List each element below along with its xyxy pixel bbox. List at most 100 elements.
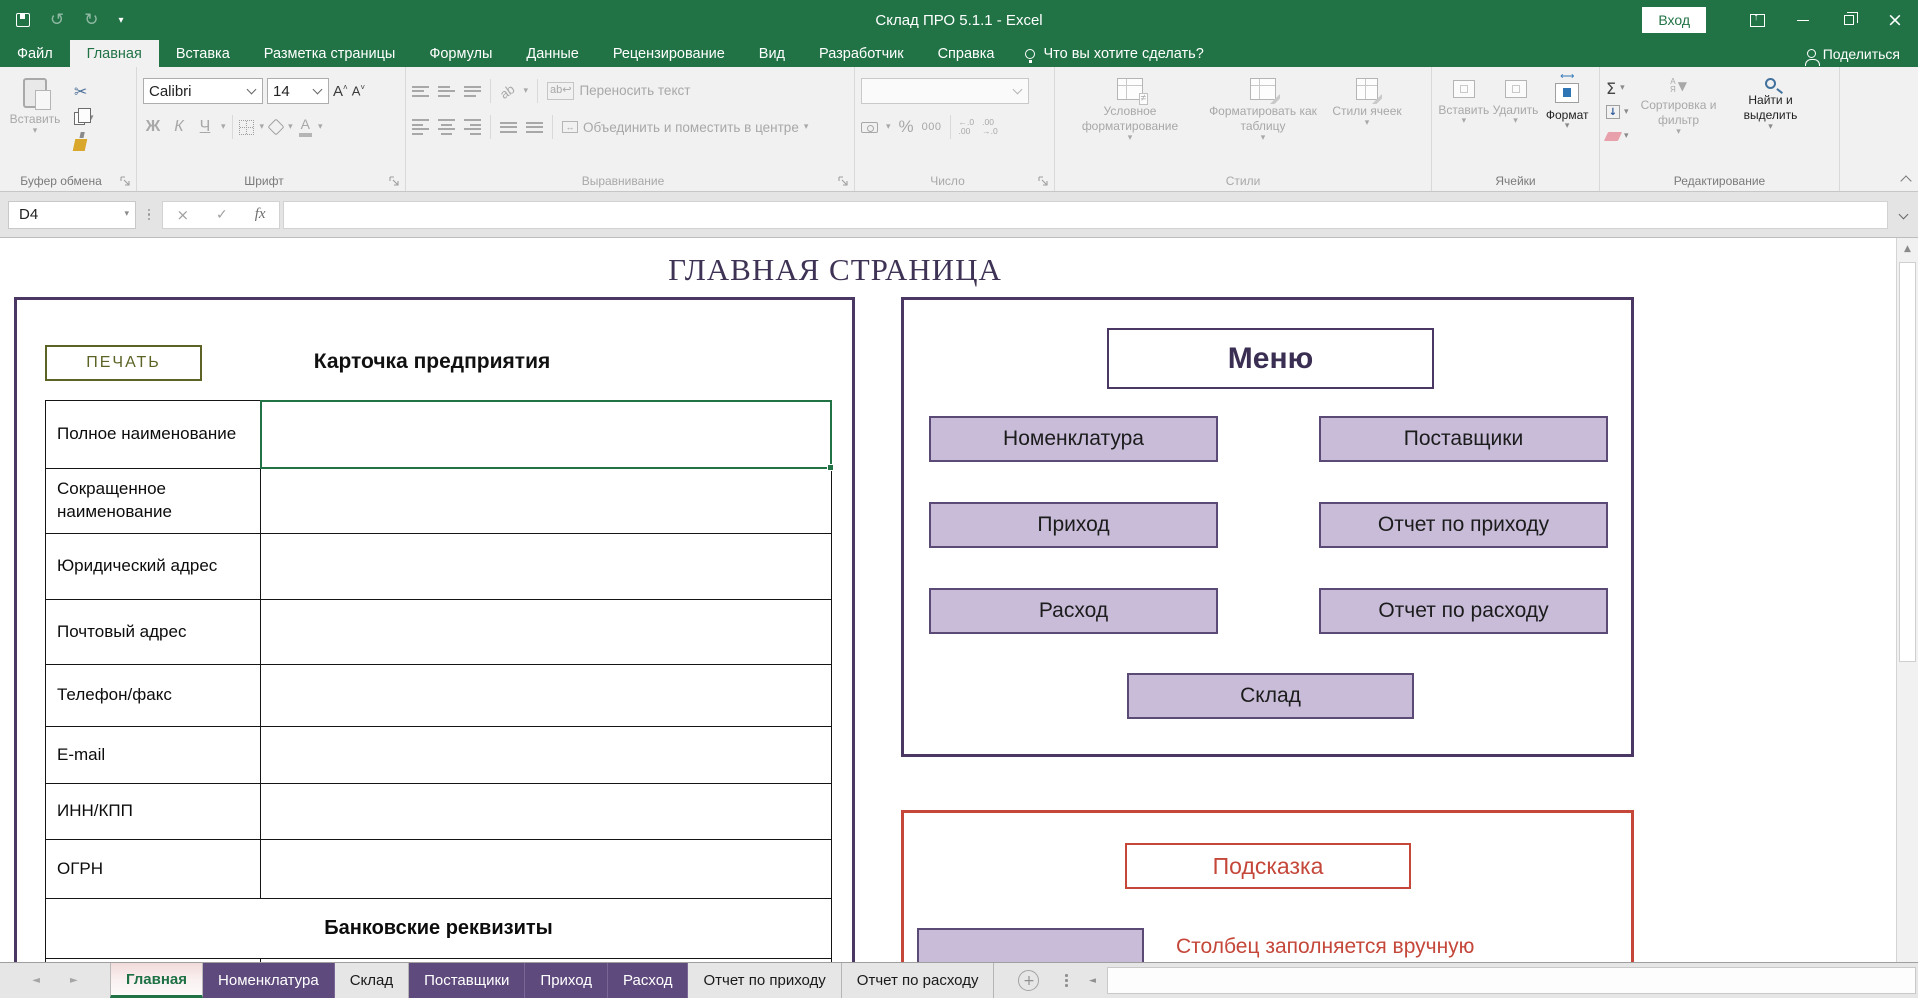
- selected-cell[interactable]: [260, 400, 832, 469]
- alignment-dialog-launcher-icon[interactable]: [838, 176, 849, 187]
- ribbon-display-options-button[interactable]: [1734, 0, 1780, 40]
- font-size-select[interactable]: 14: [267, 78, 329, 104]
- collapse-ribbon-icon[interactable]: [1900, 175, 1911, 186]
- comma-style-button[interactable]: 000: [922, 121, 942, 133]
- fill-handle[interactable]: [827, 464, 834, 471]
- underline-dropdown-icon[interactable]: ▾: [221, 123, 226, 132]
- sheet-tab-suppliers[interactable]: Поставщики: [409, 963, 525, 998]
- menu-button-income-report[interactable]: Отчет по приходу: [1319, 502, 1608, 548]
- ribbon-tab-review[interactable]: Рецензирование: [596, 40, 742, 67]
- print-button[interactable]: ПЕЧАТЬ: [45, 345, 202, 381]
- format-button[interactable]: Формат ▾: [1541, 75, 1593, 170]
- align-top-button[interactable]: [412, 86, 429, 97]
- italic-button[interactable]: К: [169, 118, 189, 136]
- decrease-font-button[interactable]: А˅: [352, 83, 365, 98]
- increase-decimal-button[interactable]: ←.0.00: [959, 118, 975, 137]
- format-as-table-button[interactable]: Форматировать как таблицу ▾: [1199, 75, 1327, 170]
- customize-qat-icon[interactable]: ▾: [119, 15, 124, 26]
- card-field-value-cell[interactable]: [261, 727, 831, 783]
- add-sheet-button[interactable]: +: [1018, 970, 1039, 991]
- ribbon-tab-formulas[interactable]: Формулы: [412, 40, 509, 67]
- font-name-select[interactable]: Calibri: [143, 78, 263, 104]
- merge-center-button[interactable]: ↔ Объединить и поместить в центре ▾: [562, 120, 808, 135]
- scroll-up-icon[interactable]: ▲: [1897, 238, 1918, 260]
- worksheet[interactable]: ГЛАВНАЯ СТРАНИЦА ПЕЧАТЬ Карточка предпри…: [0, 238, 1918, 962]
- ribbon-tab-view[interactable]: Вид: [742, 40, 802, 67]
- close-button[interactable]: ×: [1872, 0, 1918, 40]
- delete-cells-button[interactable]: Удалить ▾: [1490, 75, 1542, 170]
- fill-color-button[interactable]: [268, 119, 285, 136]
- align-left-button[interactable]: [412, 119, 429, 135]
- card-field-label-cell[interactable]: Сокращенное наименование: [46, 469, 261, 533]
- formula-bar-handle[interactable]: [140, 209, 158, 221]
- card-field-label-cell[interactable]: Телефон/факс: [46, 665, 261, 726]
- percent-style-button[interactable]: %: [899, 117, 914, 137]
- card-field-value-cell[interactable]: [261, 665, 831, 726]
- menu-button-warehouse[interactable]: Склад: [1127, 673, 1414, 719]
- sheet-nav-left-icon[interactable]: ◄: [32, 975, 40, 986]
- autosum-button[interactable]: Σ▾: [1606, 77, 1629, 99]
- decrease-indent-button[interactable]: [500, 122, 517, 133]
- cancel-button[interactable]: ×: [176, 206, 189, 224]
- ribbon-tab-developer[interactable]: Разработчик: [802, 40, 921, 67]
- card-field-value-cell[interactable]: [261, 534, 831, 599]
- ribbon-tab-data[interactable]: Данные: [509, 40, 595, 67]
- cell-styles-button[interactable]: Стили ячеек ▾: [1327, 75, 1407, 170]
- copy-button[interactable]: ▾: [74, 106, 94, 130]
- clipboard-dialog-launcher-icon[interactable]: [120, 176, 131, 187]
- underline-button[interactable]: Ч: [195, 118, 215, 136]
- increase-indent-button[interactable]: [526, 122, 543, 133]
- number-format-select[interactable]: [861, 78, 1029, 104]
- card-field-value-cell[interactable]: [261, 840, 831, 898]
- card-field-label-cell[interactable]: Почтовый адрес: [46, 600, 261, 664]
- orientation-button[interactable]: ab: [497, 81, 517, 102]
- borders-button[interactable]: [239, 120, 254, 135]
- tab-bar-menu-icon[interactable]: [1053, 963, 1079, 998]
- sheet-tab-expense[interactable]: Расход: [608, 963, 688, 998]
- number-dialog-launcher-icon[interactable]: [1038, 176, 1049, 187]
- undo-icon[interactable]: ↺: [50, 12, 64, 29]
- name-box[interactable]: D4 ▾: [8, 201, 136, 229]
- save-icon[interactable]: [16, 13, 30, 27]
- ribbon-tab-file[interactable]: Файл: [0, 40, 70, 67]
- format-painter-button[interactable]: [74, 133, 94, 157]
- decrease-decimal-button[interactable]: .00→.0: [982, 118, 998, 137]
- formula-input[interactable]: [283, 201, 1888, 229]
- card-field-label-cell[interactable]: Полное наименование: [46, 401, 261, 468]
- hscroll-left-icon[interactable]: ◄: [1079, 963, 1105, 998]
- sheet-tab-warehouse[interactable]: Склад: [335, 963, 409, 998]
- name-box-dropdown-icon[interactable]: ▾: [124, 210, 129, 219]
- clear-button[interactable]: ▾: [1606, 125, 1629, 147]
- menu-button-suppliers[interactable]: Поставщики: [1319, 416, 1608, 462]
- horizontal-scrollbar-thumb[interactable]: [1107, 967, 1916, 994]
- minimize-button[interactable]: [1780, 0, 1826, 40]
- redo-icon[interactable]: ↻: [84, 12, 98, 29]
- align-center-button[interactable]: [438, 119, 455, 135]
- menu-button-nomenclature[interactable]: Номенклатура: [929, 416, 1218, 462]
- sheet-tab-income-report[interactable]: Отчет по приходу: [688, 963, 841, 998]
- bold-button[interactable]: Ж: [143, 118, 163, 136]
- accounting-format-button[interactable]: [861, 122, 878, 133]
- vertical-scrollbar-thumb[interactable]: [1899, 262, 1916, 662]
- restore-button[interactable]: [1826, 0, 1872, 40]
- conditional-formatting-button[interactable]: ≠ Условное форматирование ▾: [1061, 75, 1199, 170]
- ribbon-tab-help[interactable]: Справка: [921, 40, 1012, 67]
- card-field-value-cell[interactable]: [261, 600, 831, 664]
- card-field-value-cell[interactable]: [261, 469, 831, 533]
- font-color-button[interactable]: А: [299, 117, 312, 136]
- tell-me-search[interactable]: Что вы хотите сделать?: [1011, 40, 1217, 67]
- font-dialog-launcher-icon[interactable]: [389, 176, 400, 187]
- wrap-text-button[interactable]: ab↩ Переносить текст: [547, 82, 690, 99]
- menu-button-expense-report[interactable]: Отчет по расходу: [1319, 588, 1608, 634]
- insert-cells-button[interactable]: Вставить ▾: [1438, 75, 1490, 170]
- card-field-value-cell[interactable]: [261, 784, 831, 839]
- sheet-nav-right-icon[interactable]: ►: [70, 975, 78, 986]
- enter-button[interactable]: ✓: [216, 207, 228, 223]
- sheet-tab-income[interactable]: Приход: [525, 963, 608, 998]
- signin-button[interactable]: Вход: [1642, 7, 1706, 33]
- expand-formula-bar-button[interactable]: [1888, 211, 1918, 218]
- sheet-tab-nomenclature[interactable]: Номенклатура: [203, 963, 335, 998]
- sheet-tab-expense-report[interactable]: Отчет по расходу: [842, 963, 995, 998]
- fill-button[interactable]: ↓▾: [1606, 101, 1629, 123]
- sheet-tab-main[interactable]: Главная: [110, 963, 203, 998]
